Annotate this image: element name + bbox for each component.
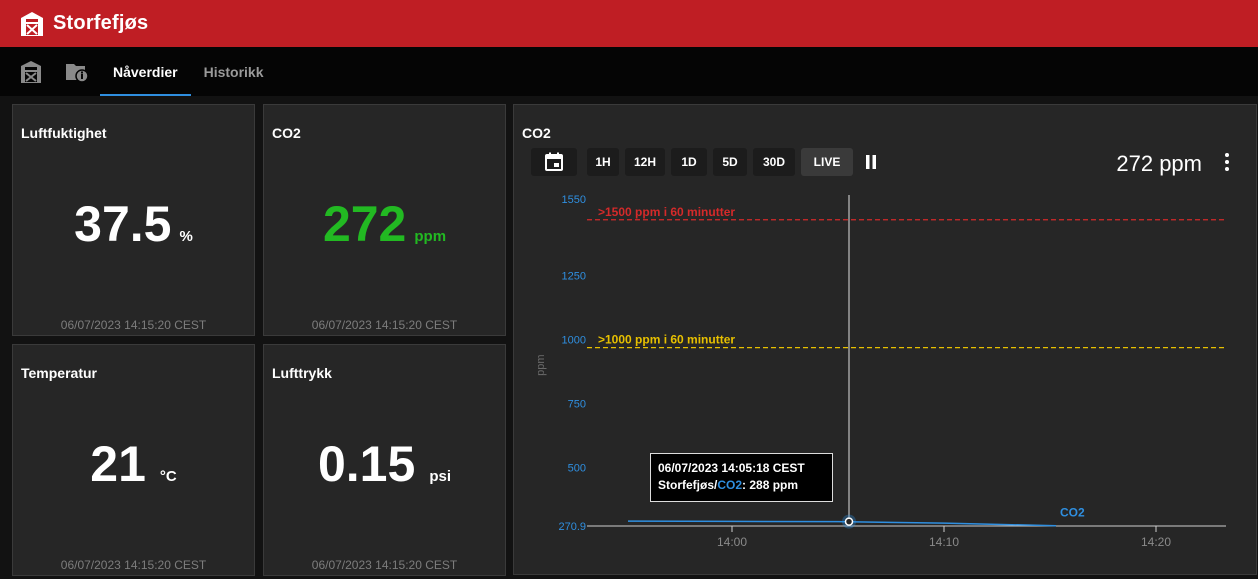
y-tick-label: 500	[568, 462, 586, 474]
chart-tooltip: 06/07/2023 14:05:18 CEST Storfefjøs/CO2:…	[650, 453, 833, 502]
tooltip-value: Storfefjøs/CO2: 288 ppm	[658, 478, 799, 492]
humidity-card: Luftfuktighet 37.5% 06/07/2023 14:15:20 …	[12, 104, 255, 336]
co2-card: CO2 272 ppm 06/07/2023 14:15:20 CEST	[263, 104, 506, 336]
app-title: Storfefjøs	[53, 12, 149, 34]
card-title: CO2	[272, 125, 301, 141]
y-tick-label: 1550	[562, 194, 586, 206]
value-number: 21	[90, 436, 146, 492]
y-tick-label: 1250	[562, 271, 586, 283]
pause-icon	[866, 155, 876, 169]
threshold-label: >1000 ppm i 60 minutter	[598, 333, 735, 347]
value-unit: %	[179, 228, 193, 245]
card-title: Luftfuktighet	[21, 125, 107, 141]
y-tick-label: 1000	[562, 335, 586, 347]
range-1h-button[interactable]: 1H	[587, 148, 619, 176]
card-title: Temperatur	[21, 365, 97, 381]
pressure-card: Lufttrykk 0.15 psi 06/07/2023 14:15:20 CE…	[263, 344, 506, 576]
co2-series-line	[627, 520, 1057, 527]
calendar-icon	[545, 152, 563, 171]
folder-info-icon[interactable]	[64, 59, 90, 85]
y-tick-label: 750	[568, 399, 586, 411]
calendar-button[interactable]	[531, 148, 577, 176]
range-12h-button[interactable]: 12H	[625, 148, 665, 176]
card-timestamp: 06/07/2023 14:15:20 CEST	[311, 318, 458, 332]
range-1d-button[interactable]: 1D	[671, 148, 707, 176]
card-timestamp: 06/07/2023 14:15:20 CEST	[60, 558, 207, 572]
barn-icon[interactable]	[18, 59, 44, 85]
chart-title: CO2	[522, 125, 551, 141]
barn-icon	[21, 11, 43, 36]
current-readout: 272 ppm	[1116, 151, 1202, 176]
value-unit: psi	[429, 468, 451, 485]
value-unit: °C	[159, 468, 177, 485]
temperature-card: Temperatur 21 °C 06/07/2023 14:15:20 CEST	[12, 344, 255, 576]
hover-point	[844, 517, 854, 526]
card-timestamp: 06/07/2023 14:15:20 CEST	[60, 318, 207, 332]
value-number: 0.15	[317, 436, 416, 492]
card-value: 21 °C	[13, 435, 254, 493]
series-label: CO2	[1060, 506, 1085, 520]
x-tick-label: 14:00	[717, 535, 747, 549]
value-unit: ppm	[414, 228, 447, 245]
pause-button[interactable]	[859, 148, 883, 176]
card-timestamp: 06/07/2023 14:15:20 CEST	[311, 558, 458, 572]
app-header: Storfefjøs	[0, 0, 1258, 47]
card-value: 272 ppm	[264, 195, 505, 253]
range-30d-button[interactable]: 30D	[753, 148, 795, 176]
y-tick-label: 270.9	[558, 521, 586, 533]
x-tick-label: 14:10	[929, 535, 959, 549]
x-tick-label: 14:20	[1141, 535, 1171, 549]
threshold-label: >1500 ppm i 60 minutter	[598, 205, 735, 219]
y-axis-label: ppm	[535, 354, 547, 375]
value-number: 37.5	[74, 196, 172, 252]
card-title: Lufttrykk	[272, 365, 332, 381]
tooltip-time: 06/07/2023 14:05:18 CEST	[658, 461, 805, 475]
nav-bar: Nåverdier Historikk	[0, 47, 1258, 96]
tab-historikk[interactable]: Historikk	[191, 47, 277, 96]
more-vert-icon[interactable]	[1222, 151, 1232, 173]
range-5d-button[interactable]: 5D	[713, 148, 747, 176]
range-toolbar: 1H 12H 1D 5D 30D LIVE	[531, 148, 889, 176]
tab-naverdier[interactable]: Nåverdier	[100, 47, 191, 96]
card-value: 0.15 psi	[264, 435, 505, 493]
card-value: 37.5%	[13, 195, 254, 253]
value-number: 272	[322, 196, 407, 252]
co2-chart: 1550 1250 1000 750 500 270.9 ppm 14:00 14:10 14:2…	[535, 194, 1226, 549]
range-live-button[interactable]: LIVE	[801, 148, 853, 176]
